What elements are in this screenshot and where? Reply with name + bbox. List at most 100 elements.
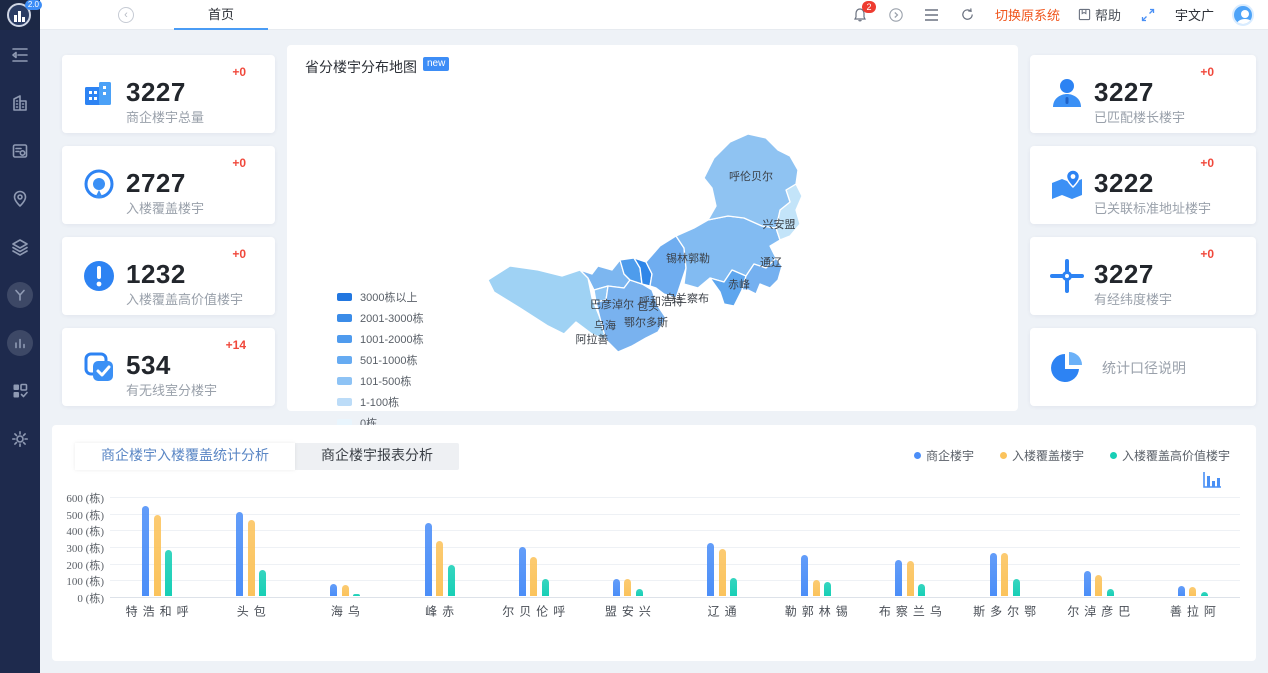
bar-商企楼宇-乌海[interactable] [330,584,337,596]
x-axis-category: 锡林郭勒 [782,605,850,619]
stat-label: 统计口径说明 [1102,358,1186,378]
chart-legend-item[interactable]: 入楼覆盖楼宇 [1000,447,1084,464]
menu-hamburger-icon[interactable] [923,6,941,24]
bar-入楼覆盖高价值楼宇-锡林郭勒[interactable] [824,582,831,596]
help-button[interactable]: 帮助 [1078,5,1121,24]
sidebar-item-settings[interactable] [7,426,33,452]
bar-入楼覆盖楼宇-阿拉善[interactable] [1189,587,1196,596]
alert-circle-icon [80,257,118,295]
legend-swatch [337,314,352,322]
bar-入楼覆盖高价值楼宇-包头[interactable] [259,570,266,596]
stat-card-standard-address[interactable]: +0 3222 已关联标准地址楼宇 [1030,146,1256,224]
bar-商企楼宇-锡林郭勒[interactable] [801,555,808,596]
bar-入楼覆盖高价值楼宇-赤峰[interactable] [448,565,455,596]
stat-value: 3227 [1094,77,1154,108]
stat-card-matched-manager[interactable]: +0 3227 已匹配楼长楼宇 [1030,55,1256,133]
chart-legend-item[interactable]: 入楼覆盖高价值楼宇 [1110,447,1230,464]
x-axis-category: 呼和浩特 [123,605,191,619]
back-icon[interactable]: ‹ [118,7,134,23]
notification-bell-icon[interactable]: 2 [851,6,869,24]
x-axis-category: 通辽 [705,605,739,619]
map-legend-item[interactable]: 1-100栋 [337,394,424,410]
help-label: 帮助 [1095,5,1121,24]
y-axis-tick: 300 (栋) [44,540,104,556]
bar-商企楼宇-通辽[interactable] [707,543,714,596]
map-legend-item[interactable]: 2001-3000栋 [337,310,424,326]
sidebar-item-building[interactable] [7,90,33,116]
refresh-icon[interactable] [959,6,977,24]
chart-legend-item[interactable]: 商企楼宇 [914,447,974,464]
bar-商企楼宇-巴彦淖尔[interactable] [1084,571,1091,596]
tab-coverage-analysis[interactable]: 商企楼宇入楼覆盖统计分析 [75,443,295,470]
switch-system-link[interactable]: 切换原系统 [995,5,1060,24]
bar-入楼覆盖高价值楼宇-兴安盟[interactable] [636,589,643,597]
sidebar-item-layers[interactable] [7,234,33,260]
map-legend-item[interactable]: 101-500栋 [337,373,424,389]
bar-商企楼宇-赤峰[interactable] [425,523,432,596]
bar-入楼覆盖高价值楼宇-鄂尔多斯[interactable] [1013,579,1020,596]
map-legend-item[interactable]: 1001-2000栋 [337,331,424,347]
bar-商企楼宇-兴安盟[interactable] [613,579,620,596]
chart-toolbox-bar-icon[interactable] [1202,471,1222,489]
bar-商企楼宇-乌兰察布[interactable] [895,560,902,596]
x-axis-category: 巴彦淖尔 [1065,605,1133,619]
stat-card-total-buildings[interactable]: +0 3227 商企楼宇总量 [62,55,275,133]
bar-商企楼宇-阿拉善[interactable] [1178,586,1185,596]
guide-play-icon[interactable] [887,6,905,24]
map-legend-item[interactable]: 3000栋以上 [337,289,424,305]
bar-入楼覆盖楼宇-赤峰[interactable] [436,541,443,596]
bar-入楼覆盖楼宇-乌海[interactable] [342,585,349,596]
sidebar-item-grid-check[interactable] [7,378,33,404]
stat-value: 3227 [126,77,186,108]
bar-入楼覆盖高价值楼宇-呼和浩特[interactable] [165,550,172,596]
app-logo[interactable]: 2.0 [0,0,40,30]
map-pin-icon [1048,166,1086,204]
bar-入楼覆盖高价值楼宇-通辽[interactable] [730,578,737,596]
left-sidebar [0,30,40,673]
stat-card-geolocated[interactable]: +0 3227 有经纬度楼宇 [1030,237,1256,315]
collapse-menu-icon[interactable] [7,42,33,68]
map-legend: 3000栋以上 2001-3000栋 1001-2000栋 501-1000栋 … [337,289,424,431]
analysis-panel: 商企楼宇入楼覆盖统计分析 商企楼宇报表分析 商企楼宇 入楼覆盖楼宇 入楼覆盖高价… [52,425,1256,661]
bar-入楼覆盖高价值楼宇-呼伦贝尔[interactable] [542,579,549,597]
bar-入楼覆盖楼宇-包头[interactable] [248,520,255,596]
map-region-ulanqab[interactable] [646,236,686,298]
bar-商企楼宇-呼伦贝尔[interactable] [519,547,526,596]
bar-入楼覆盖楼宇-锡林郭勒[interactable] [813,580,820,596]
y-axis-tick: 100 (栋) [44,573,104,589]
bar-入楼覆盖楼宇-鄂尔多斯[interactable] [1001,553,1008,596]
gridline [110,514,1240,515]
coverage-signal-icon [80,166,118,204]
username[interactable]: 宇文广 [1175,5,1214,24]
stat-card-statistics-caliber[interactable]: 统计口径说明 [1030,328,1256,406]
inner-mongolia-map [480,128,850,368]
sidebar-item-document-settings[interactable] [7,138,33,164]
bar-入楼覆盖高价值楼宇-阿拉善[interactable] [1201,592,1208,596]
map-legend-item[interactable]: 501-1000栋 [337,352,424,368]
bar-入楼覆盖高价值楼宇-乌兰察布[interactable] [918,584,925,596]
bar-入楼覆盖楼宇-呼伦贝尔[interactable] [530,557,537,596]
bar-商企楼宇-鄂尔多斯[interactable] [990,553,997,596]
sidebar-item-location[interactable] [7,186,33,212]
bar-入楼覆盖高价值楼宇-乌海[interactable] [353,594,360,597]
x-axis-category: 兴安盟 [602,605,653,619]
bar-入楼覆盖楼宇-呼和浩特[interactable] [154,515,161,596]
tab-report-analysis[interactable]: 商企楼宇报表分析 [295,443,459,470]
stat-card-wireless-buildings[interactable]: +14 534 有无线室分楼宇 [62,328,275,406]
legend-swatch [337,356,352,364]
bar-商企楼宇-包头[interactable] [236,512,243,596]
bar-入楼覆盖楼宇-通辽[interactable] [719,549,726,597]
help-book-icon [1078,8,1091,21]
bar-入楼覆盖楼宇-乌兰察布[interactable] [907,561,914,596]
sidebar-item-statistics[interactable] [7,330,33,356]
bar-入楼覆盖楼宇-兴安盟[interactable] [624,579,631,596]
sidebar-item-branch[interactable] [7,282,33,308]
bar-入楼覆盖高价值楼宇-巴彦淖尔[interactable] [1107,589,1114,597]
stat-card-coverage-buildings[interactable]: +0 2727 入楼覆盖楼宇 [62,146,275,224]
stat-card-high-value-buildings[interactable]: +0 1232 入楼覆盖高价值楼宇 [62,237,275,315]
avatar[interactable] [1232,4,1254,26]
fullscreen-icon[interactable] [1139,6,1157,24]
bar-入楼覆盖楼宇-巴彦淖尔[interactable] [1095,575,1102,596]
bar-商企楼宇-呼和浩特[interactable] [142,506,149,596]
tab-home[interactable]: 首页 [174,0,268,30]
